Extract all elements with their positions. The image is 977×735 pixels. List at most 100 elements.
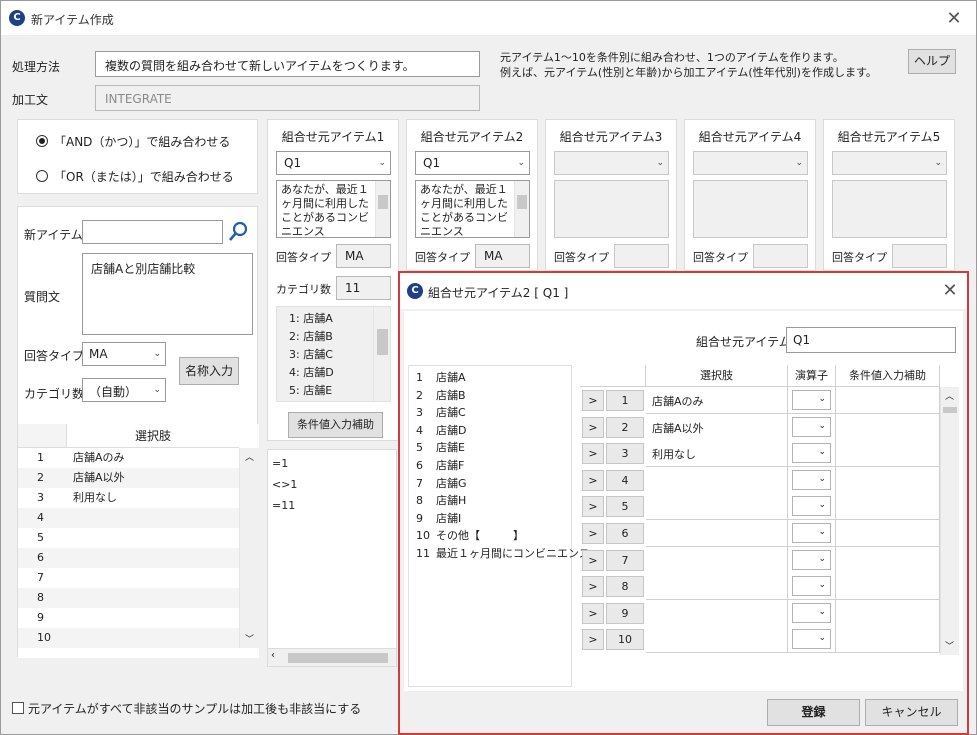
answer-type-box: MA [336,244,391,268]
choice-row[interactable]: 8 [18,588,239,608]
choice-row[interactable]: 5 [18,528,239,548]
nonapplicable-checkbox-label[interactable]: 元アイテムがすべて非該当のサンプルは加工後も非該当にする [28,700,361,717]
new-item-input[interactable] [82,220,223,244]
row-operator-select[interactable]: ⌄ [792,576,831,597]
row-choice-cell[interactable] [646,599,788,627]
source-item-select[interactable]: Q1 ⌄ [276,151,391,175]
answer-type-label: 回答タイプ [554,251,609,264]
condition-row[interactable]: <>1 [272,475,297,494]
row-choice-cell[interactable] [646,466,788,494]
category-count-select[interactable]: （自動） ⌄ [82,378,166,402]
and-radio-label[interactable]: 「AND（かつ）」で組み合わせる [54,133,230,150]
row-arrow-button[interactable]: > [582,602,604,624]
row-arrow-button[interactable]: > [582,523,604,544]
row-operator-select[interactable]: ⌄ [792,469,831,490]
row-arrow-button[interactable]: > [582,443,604,465]
row-assist-cell[interactable] [836,440,940,468]
source-item-select[interactable]: ⌄ [832,151,947,175]
grid-scrollbar[interactable]: ︿ ﹀ [940,387,959,655]
source-item-select[interactable]: ⌄ [554,151,669,175]
question-scrollbar[interactable] [514,181,529,237]
question-textarea[interactable]: 店舗Aと別店舗比較 [82,253,253,335]
row-assist-cell[interactable] [836,387,940,414]
or-radio[interactable] [36,170,48,182]
row-arrow-button[interactable]: > [582,496,604,518]
row-operator-select[interactable]: ⌄ [792,602,831,623]
chevron-down-icon[interactable]: ﹀ [245,632,254,645]
chevron-left-icon[interactable]: ‹ [271,650,275,661]
row-arrow-button[interactable]: > [582,549,604,571]
answer-type-select[interactable]: MA ⌄ [82,342,166,366]
row-arrow-button[interactable]: > [582,629,604,651]
choice-row[interactable]: 10 [18,628,239,648]
and-radio[interactable] [36,135,48,147]
register-button[interactable]: 登録 [767,699,860,726]
row-arrow-button[interactable]: > [582,469,604,491]
choice-num: 4 [37,511,44,524]
dialog-category-num: 7 [416,476,423,490]
choice-row[interactable]: 4 [18,508,239,528]
source-item-panel-3: 組合せ元アイテム3 ⌄ 回答タイプ [545,119,677,271]
row-assist-cell[interactable] [836,466,940,494]
row-operator-select[interactable]: ⌄ [792,416,831,437]
question-scroll-thumb[interactable] [517,195,527,209]
search-icon[interactable] [227,220,251,244]
choice-row[interactable]: 3 利用なし [18,488,239,508]
choices-scrollbar[interactable]: ︿ ﹀ [239,448,259,648]
choice-row[interactable]: 2 店舗A以外 [18,468,239,488]
row-assist-cell[interactable] [836,599,940,627]
row-operator-select[interactable]: ⌄ [792,496,831,517]
row-assist-cell[interactable] [836,493,940,521]
row-arrow-button[interactable]: > [582,390,604,411]
row-choice-cell[interactable]: 店舗Aのみ [646,387,788,414]
name-input-button[interactable]: 名称入力 [179,357,239,385]
condition-assist-button[interactable]: 条件値入力補助 [288,412,383,438]
choice-row[interactable]: 6 [18,548,239,568]
conditions-hscrollbar[interactable]: ‹ [268,648,396,666]
help-button[interactable]: ヘルプ [908,49,956,74]
source-item-select[interactable]: ⌄ [693,151,808,175]
category-scroll-thumb[interactable] [377,329,388,355]
dialog-category-num: 8 [416,494,423,508]
condition-row[interactable]: =11 [272,496,295,515]
row-operator-select[interactable]: ⌄ [792,443,831,464]
choice-row[interactable]: 1 店舗Aのみ [18,448,239,468]
source-item-select[interactable]: Q1 ⌄ [415,151,530,175]
dialog-close-icon[interactable]: ✕ [938,279,962,303]
chevron-up-icon[interactable]: ︿ [245,450,254,463]
close-icon[interactable]: ✕ [942,7,966,31]
dialog-item-field[interactable]: Q1 [786,327,956,353]
row-assist-cell[interactable] [836,626,940,654]
hscroll-thumb[interactable] [288,653,388,663]
question-scrollbar[interactable] [375,181,390,237]
row-choice-cell[interactable] [646,493,788,521]
grid-scroll-thumb[interactable] [943,407,957,413]
row-operator-select[interactable]: ⌄ [792,523,831,543]
row-arrow-button[interactable]: > [582,576,604,598]
row-assist-cell[interactable] [836,546,940,574]
row-choice-cell[interactable]: 店舗A以外 [646,413,788,441]
chevron-up-icon[interactable]: ︿ [945,389,954,402]
choice-row[interactable]: 7 [18,568,239,588]
row-assist-cell[interactable] [836,413,940,441]
row-choice-cell[interactable] [646,573,788,601]
row-assist-cell[interactable] [836,573,940,601]
row-choice-cell[interactable]: 利用なし [646,440,788,468]
row-operator-select[interactable]: ⌄ [792,549,831,570]
row-operator-select[interactable]: ⌄ [792,390,831,410]
chevron-down-icon[interactable]: ﹀ [945,639,954,652]
question-scroll-thumb[interactable] [378,195,388,209]
row-choice-cell[interactable] [646,626,788,654]
condition-row[interactable]: =1 [272,454,288,473]
cancel-button[interactable]: キャンセル [865,699,958,726]
row-assist-cell[interactable] [836,520,940,547]
or-radio-label[interactable]: 「OR（または）」で組み合わせる [54,168,234,185]
row-arrow-button[interactable]: > [582,416,604,438]
row-choice-text: 店舗Aのみ [652,395,704,408]
category-scrollbar[interactable] [373,307,390,401]
row-operator-select[interactable]: ⌄ [792,629,831,650]
nonapplicable-checkbox[interactable] [12,702,24,714]
choice-row[interactable]: 9 [18,608,239,628]
row-choice-cell[interactable] [646,546,788,574]
row-choice-cell[interactable] [646,520,788,547]
